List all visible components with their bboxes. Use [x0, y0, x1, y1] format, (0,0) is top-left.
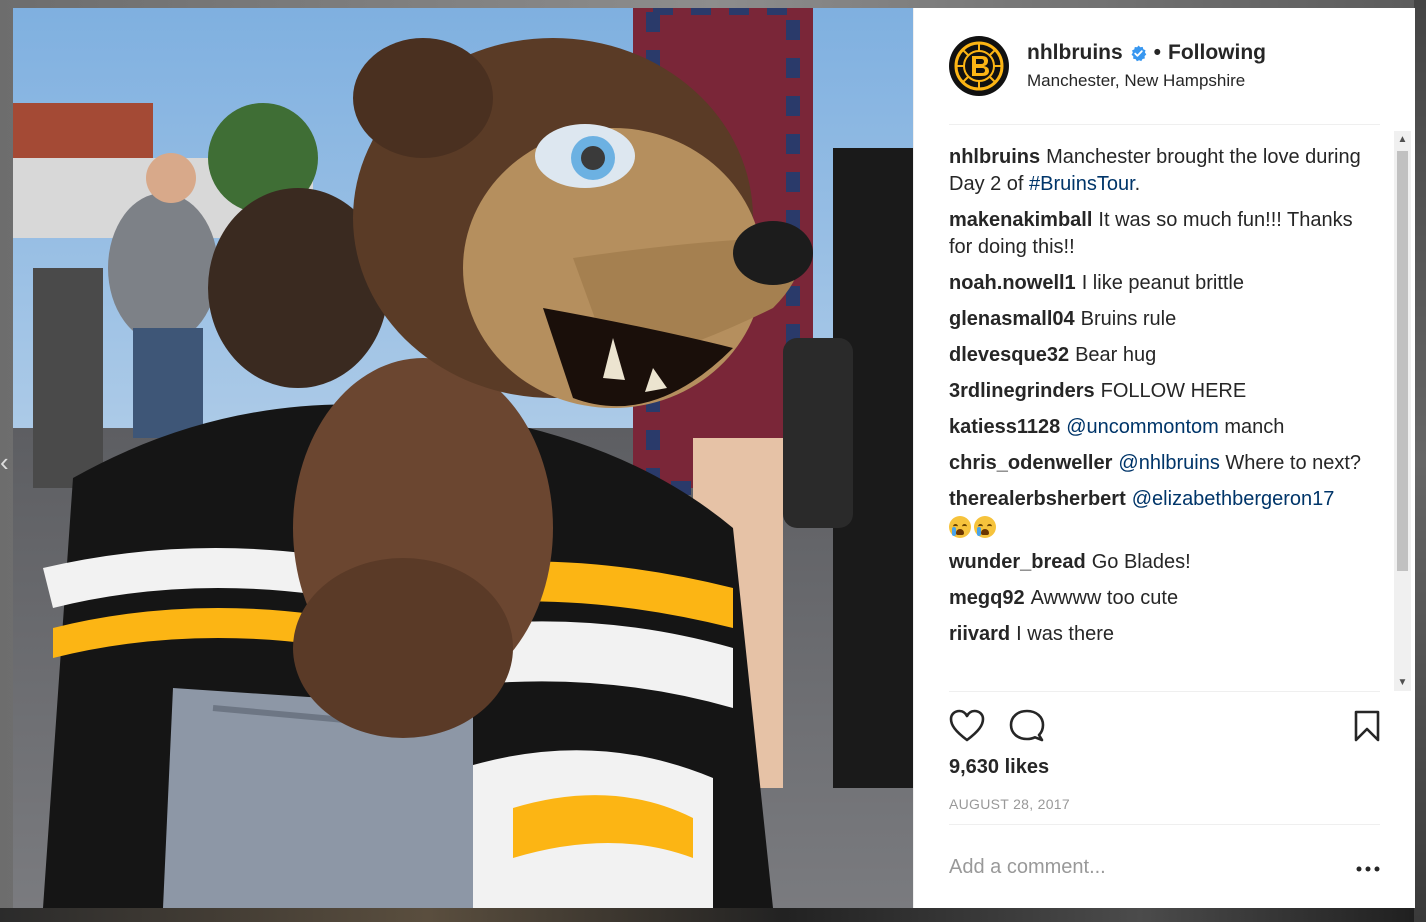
mention-link[interactable]: @uncommontom — [1066, 416, 1219, 438]
comment-text: Bruins rule — [1080, 308, 1177, 330]
scrollbar-thumb[interactable] — [1397, 151, 1408, 571]
previous-post-icon[interactable]: ‹ — [0, 448, 10, 476]
comment-username[interactable]: makenakimball — [949, 209, 1092, 231]
comment-username[interactable]: katiess1128 — [949, 416, 1060, 438]
comment-item: glenasmall04 Bruins rule — [949, 306, 1379, 333]
comment-username[interactable]: glenasmall04 — [949, 308, 1075, 330]
comment-text: manch — [1218, 416, 1285, 438]
post-sidebar: nhlbruins • Following Manchester, New Ha… — [913, 8, 1415, 908]
comment-text: Awwww too cute — [1030, 587, 1179, 609]
avatar[interactable] — [949, 36, 1009, 96]
comment-username[interactable]: 3rdlinegrinders — [949, 380, 1095, 402]
comment-text: FOLLOW HERE — [1100, 380, 1247, 402]
comment-item: therealerbsherbert @elizabethbergeron17 — [949, 486, 1379, 540]
more-options-icon[interactable] — [1356, 866, 1380, 872]
header-text: nhlbruins • Following Manchester, New Ha… — [1027, 41, 1266, 91]
comment-item: megq92 Awwww too cute — [949, 585, 1379, 612]
comment-item: dlevesque32 Bear hug — [949, 342, 1379, 369]
post-modal: nhlbruins • Following Manchester, New Ha… — [13, 8, 1415, 908]
comment-username[interactable]: therealerbsherbert — [949, 488, 1126, 510]
likes-count[interactable]: 9,630 likes — [949, 756, 1049, 779]
post-date[interactable]: AUGUST 28, 2017 — [949, 796, 1070, 812]
location-link[interactable]: Manchester, New Hampshire — [1027, 71, 1266, 91]
comment-username[interactable]: dlevesque32 — [949, 344, 1069, 366]
verified-badge-icon — [1131, 45, 1146, 61]
comments-list: nhlbruins Manchester brought the love dur… — [949, 144, 1379, 690]
caption: nhlbruins Manchester brought the love dur… — [949, 144, 1379, 198]
scroll-down-arrow-icon[interactable]: ▼ — [1394, 674, 1411, 691]
comments-divider — [949, 691, 1380, 692]
comment-input-divider — [949, 824, 1380, 825]
background-feed-right — [1414, 0, 1426, 922]
scroll-up-arrow-icon[interactable]: ▲ — [1394, 131, 1411, 148]
comment-text: Go Blades! — [1091, 551, 1191, 573]
bruins-logo-icon — [952, 39, 1006, 93]
comment-username[interactable]: noah.nowell1 — [949, 272, 1076, 294]
comment-username[interactable]: chris_odenweller — [949, 452, 1112, 474]
following-button[interactable]: Following — [1168, 41, 1266, 65]
add-comment-input[interactable]: Add a comment... — [949, 856, 1106, 879]
comment-text-end: . — [1134, 173, 1141, 195]
comment-text: Where to next? — [1219, 452, 1362, 474]
post-photo-illustration — [13, 8, 913, 908]
comment-username[interactable]: megq92 — [949, 587, 1025, 609]
header-user-line: nhlbruins • Following — [1027, 41, 1266, 65]
background-feed-strip — [0, 908, 1426, 922]
comment-item: chris_odenweller @nhlbruins Where to next… — [949, 450, 1379, 477]
action-bar — [949, 708, 1380, 744]
username-link[interactable]: nhlbruins — [1027, 41, 1123, 65]
crying-emoji-icon — [949, 515, 971, 538]
comment-item: 3rdlinegrinders FOLLOW HERE — [949, 378, 1379, 405]
comment-text: Bear hug — [1075, 344, 1157, 366]
mention-link[interactable]: @nhlbruins — [1118, 452, 1219, 474]
comment-username[interactable]: nhlbruins — [949, 146, 1040, 168]
comment-item: riivard I was there — [949, 621, 1379, 648]
comment-item: makenakimball It was so much fun!!! Thank… — [949, 207, 1379, 261]
header-separator: • — [1153, 41, 1162, 64]
comment-item: noah.nowell1 I like peanut brittle — [949, 270, 1379, 297]
header-divider — [949, 124, 1380, 125]
comment-item: katiess1128 @uncommontom manch — [949, 414, 1379, 441]
comments-scrollbar[interactable]: ▲ ▼ — [1394, 131, 1411, 691]
comment-username[interactable]: wunder_bread — [949, 551, 1086, 573]
comment-item: wunder_bread Go Blades! — [949, 549, 1379, 576]
comment-username[interactable]: riivard — [949, 623, 1010, 645]
bookmark-icon[interactable] — [1354, 710, 1380, 742]
mention-link[interactable]: @elizabethbergeron17 — [1132, 488, 1335, 510]
hashtag-link[interactable]: #BruinsTour — [1029, 173, 1135, 195]
post-photo[interactable] — [13, 8, 913, 908]
comment-text: I was there — [1016, 623, 1114, 645]
crying-emoji-icon — [974, 515, 996, 538]
comment-text: I like peanut brittle — [1081, 272, 1245, 294]
heart-icon[interactable] — [949, 709, 985, 743]
comment-bubble-icon[interactable] — [1009, 709, 1045, 743]
post-header: nhlbruins • Following Manchester, New Ha… — [949, 36, 1380, 96]
